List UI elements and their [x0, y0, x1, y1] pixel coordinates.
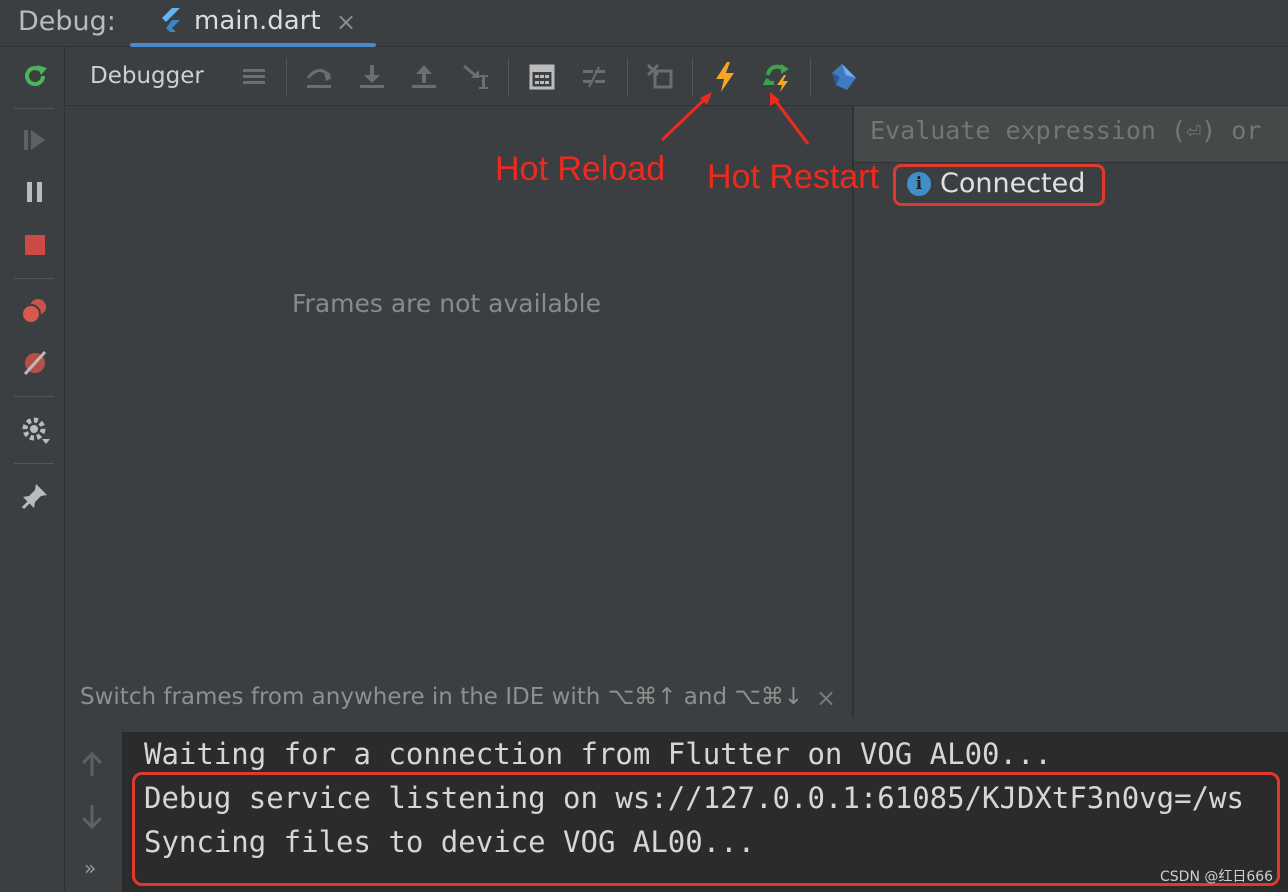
hot-restart-annotation: Hot Restart: [707, 158, 879, 196]
hot-reload-annotation: Hot Reload: [495, 150, 666, 188]
watermark: CSDN @红日666: [1160, 869, 1274, 885]
console-highlight-box: [132, 772, 1280, 886]
scroll-up-icon[interactable]: [78, 750, 106, 778]
more-actions-icon[interactable]: »: [84, 856, 96, 880]
console-line: Waiting for a connection from Flutter on…: [144, 737, 1052, 771]
hot-restart-arrow: [770, 92, 810, 145]
scroll-down-icon[interactable]: [78, 803, 106, 831]
hot-reload-arrow: [660, 92, 712, 142]
